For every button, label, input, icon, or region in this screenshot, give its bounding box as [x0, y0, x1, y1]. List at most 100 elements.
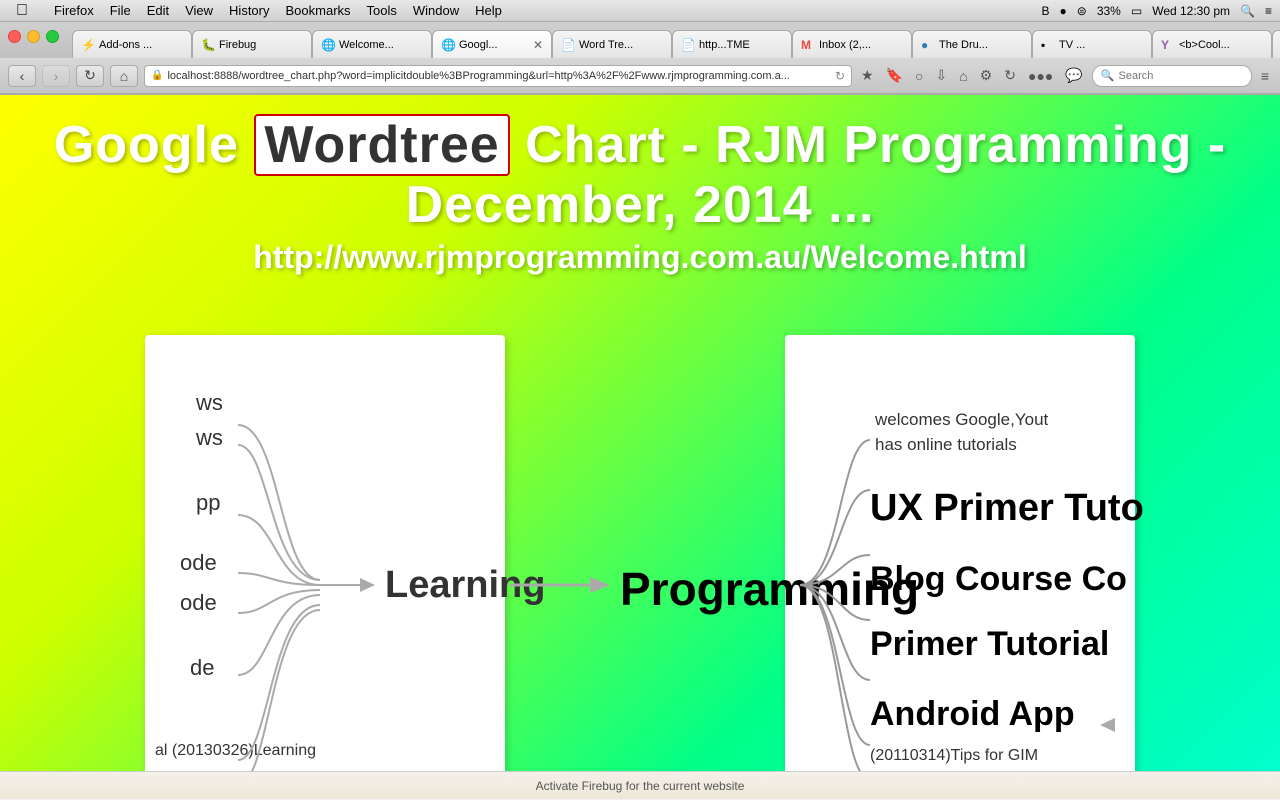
svg-text:ws: ws — [195, 390, 223, 415]
tab-cool[interactable]: Y <b>Cool... — [1152, 30, 1272, 58]
chat-icon[interactable]: 💬 — [1062, 65, 1085, 86]
back-button[interactable]: ‹ — [8, 65, 36, 87]
tab-label-welcome: Welcome... — [339, 39, 423, 51]
reload-button[interactable]: ↻ — [76, 65, 104, 87]
battery-icon: ▭ — [1131, 4, 1142, 18]
tab-firebug[interactable]: 🐛 Firebug — [192, 30, 312, 58]
menu-icon[interactable]: ≡ — [1258, 66, 1272, 86]
home-nav-icon[interactable]: ⌂ — [956, 66, 970, 86]
tab-label-firebug: Firebug — [219, 39, 303, 51]
sync-icon[interactable]: ↻ — [1001, 65, 1019, 86]
search-glass-icon: 🔍 — [1101, 69, 1115, 82]
clock: Wed 12:30 pm — [1152, 4, 1230, 18]
tab-close-google[interactable]: ✕ — [533, 38, 543, 52]
page-content: Google Wordtree Chart - RJM Programming … — [0, 95, 1280, 771]
battery-indicator: 33% — [1097, 4, 1121, 18]
url-text: localhost:8888/wordtree_chart.php?word=i… — [167, 70, 831, 82]
maximize-window-button[interactable] — [46, 30, 59, 43]
url-bar[interactable]: 🔒 localhost:8888/wordtree_chart.php?word… — [144, 65, 852, 87]
tab-tv[interactable]: ▪ TV ... — [1032, 30, 1152, 58]
svg-text:ws: ws — [195, 425, 223, 450]
tab-favicon-google: 🌐 — [441, 38, 455, 52]
tab-favicon-tv: ▪ — [1041, 38, 1055, 52]
svg-text:has online tutorials: has online tutorials — [875, 435, 1017, 454]
history-menu[interactable]: History — [221, 0, 277, 22]
browser-chrome: ⚡ Add-ons ... 🐛 Firebug 🌐 Welcome... 🌐 G… — [0, 22, 1280, 95]
tab-label-dru: The Dru... — [939, 39, 1023, 51]
svg-text:(20110314)Tips for GIM: (20110314)Tips for GIM — [870, 747, 1038, 764]
tab-label-cool: <b>Cool... — [1179, 39, 1263, 51]
tab-wordtree[interactable]: 📄 Word Tre... — [552, 30, 672, 58]
record-icon: ● — [1060, 4, 1067, 18]
apple-menu[interactable]:  — [8, 0, 36, 22]
tab-favicon-dru: ● — [921, 38, 935, 52]
dots-icon: ●●● — [1025, 66, 1056, 86]
notifications-icon[interactable]: ≡ — [1265, 4, 1272, 18]
download-icon[interactable]: ⇩ — [933, 65, 951, 86]
view-menu[interactable]: View — [177, 0, 221, 22]
bookmark-star-icon[interactable]: ★ — [858, 65, 877, 86]
close-window-button[interactable] — [8, 30, 21, 43]
help-menu[interactable]: Help — [467, 0, 510, 22]
tab-label-inbox: Inbox (2,... — [819, 39, 903, 51]
tab-newtab[interactable]: New Tab — [1272, 30, 1280, 58]
tab-favicon-add-ons: ⚡ — [81, 38, 95, 52]
tab-bar: ⚡ Add-ons ... 🐛 Firebug 🌐 Welcome... 🌐 G… — [0, 22, 1280, 58]
pocket-icon[interactable]: ○ — [912, 66, 926, 86]
window-controls — [8, 30, 59, 43]
bookmarks-menu[interactable]: Bookmarks — [278, 0, 359, 22]
home-button[interactable]: ⌂ — [110, 65, 138, 87]
svg-text:ode: ode — [180, 590, 217, 615]
tab-welcome[interactable]: 🌐 Welcome... — [312, 30, 432, 58]
page-header: Google Wordtree Chart - RJM Programming … — [0, 95, 1280, 286]
tab-inbox[interactable]: M Inbox (2,... — [792, 30, 912, 58]
tools-menu[interactable]: Tools — [359, 0, 405, 22]
url-refresh-icon[interactable]: ↻ — [835, 69, 845, 83]
tab-favicon-inbox: M — [801, 38, 815, 52]
title-rest: Chart - RJM Programming - December, 2014… — [406, 116, 1227, 234]
page-title: Google Wordtree Chart - RJM Programming … — [0, 115, 1280, 235]
title-google: Google — [54, 116, 239, 174]
tab-label-tv: TV ... — [1059, 39, 1143, 51]
url-lock-icon: 🔒 — [151, 70, 163, 81]
file-menu[interactable]: File — [102, 0, 139, 22]
tab-favicon-firebug: 🐛 — [201, 38, 215, 52]
tab-http[interactable]: 📄 http...TME — [672, 30, 792, 58]
tab-label-wordtree: Word Tre... — [579, 39, 663, 51]
wordtree-visualization[interactable]: ws ws pp ode ode de al (20130326)Learnin… — [0, 325, 1280, 771]
forward-button[interactable]: › — [42, 65, 70, 87]
page-subtitle: http://www.rjmprogramming.com.au/Welcome… — [0, 239, 1280, 276]
tab-google[interactable]: 🌐 Googl... ✕ — [432, 30, 552, 58]
svg-text:Blog Course Co: Blog Course Co — [870, 560, 1127, 598]
tab-label-http: http...TME — [699, 39, 783, 51]
tab-favicon-cool: Y — [1161, 38, 1175, 52]
firefox-menu[interactable]: Firefox — [46, 0, 102, 22]
spotlight-icon[interactable]: 🔍 — [1240, 4, 1255, 18]
search-bar[interactable]: 🔍 — [1092, 65, 1252, 87]
window-menu[interactable]: Window — [405, 0, 467, 22]
tab-favicon-welcome: 🌐 — [321, 38, 335, 52]
firebug-status-text: Activate Firebug for the current website — [536, 779, 745, 793]
tab-dru[interactable]: ● The Dru... — [912, 30, 1032, 58]
svg-text:UX Primer Tuto: UX Primer Tuto — [870, 487, 1144, 529]
svg-text:pp: pp — [196, 490, 220, 515]
lastpass-icon: B — [1042, 4, 1050, 18]
tab-add-ons[interactable]: ⚡ Add-ons ... — [72, 30, 192, 58]
svg-text:de: de — [190, 655, 214, 680]
search-input[interactable] — [1119, 70, 1243, 82]
tab-favicon-http: 📄 — [681, 38, 695, 52]
menu-bar:  Firefox File Edit View History Bookmar… — [0, 0, 1280, 22]
svg-text:al (20130326)Learning: al (20130326)Learning — [155, 742, 316, 759]
tab-label-add-ons: Add-ons ... — [99, 39, 183, 51]
minimize-window-button[interactable] — [27, 30, 40, 43]
svg-text:Primer Tutorial: Primer Tutorial — [870, 625, 1109, 663]
firebug-bar: Activate Firebug for the current website — [0, 771, 1280, 799]
tab-favicon-wordtree: 📄 — [561, 38, 575, 52]
edit-menu[interactable]: Edit — [139, 0, 177, 22]
wordtree-highlight: Wordtree — [254, 114, 509, 176]
settings-icon[interactable]: ⚙ — [977, 65, 996, 86]
bookmark-save-icon[interactable]: 🔖 — [883, 65, 906, 86]
menubar-right: B ● ⊜ 33% ▭ Wed 12:30 pm 🔍 ≡ — [1042, 4, 1273, 18]
svg-text:Android App: Android App — [870, 695, 1075, 733]
svg-text:is a home-based Softw: is a home-based Softw — [870, 770, 1033, 771]
